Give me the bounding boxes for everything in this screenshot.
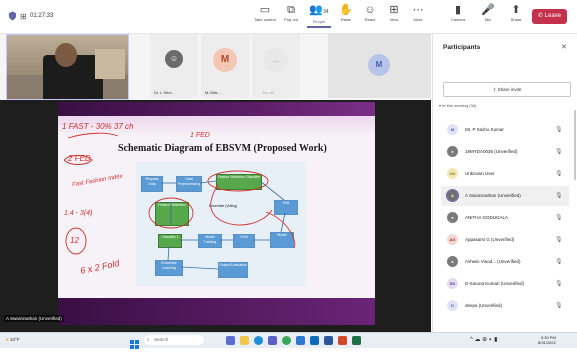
camera-icon: ▮ <box>454 4 462 16</box>
participant-tile-1[interactable]: ☺ Dr. L Srini... <box>150 34 198 98</box>
windows-start-icon[interactable] <box>130 336 139 349</box>
participant-row[interactable]: DK D Karuna Kumari (Unverified) 🎙 <box>441 274 569 294</box>
participant-row[interactable]: A A Swaminathan (Unverified) 🎙 <box>441 186 569 206</box>
take-control-button[interactable]: ▭ Take control <box>253 4 277 23</box>
mic-icon: 🎤 <box>481 4 495 16</box>
clock[interactable]: 3:30 PM 8/31/2022 <box>538 335 556 345</box>
mic-muted-icon: 🎙 <box>555 281 563 287</box>
participant-row[interactable]: ● ANITHA GODUGALA 🎙 <box>441 208 569 228</box>
pop-out-button[interactable]: ⧉ Pop out <box>279 4 303 23</box>
avatar: ● <box>447 146 458 157</box>
participant-tile-4[interactable]: M <box>328 34 431 98</box>
participant-tile-2[interactable]: M M.Gitik... <box>201 34 249 98</box>
wall-detail <box>95 49 125 79</box>
people-icon: 👥34 <box>309 4 329 16</box>
presenter-name-tag: A Swaminathan (Unverified) <box>4 315 64 322</box>
presenter-video[interactable] <box>6 34 129 100</box>
taskbar-search[interactable]: ⌕ Search <box>144 335 204 345</box>
participant-row[interactable]: D deepa (Unverified) 🎙 <box>441 296 569 316</box>
excel-icon[interactable] <box>352 336 361 345</box>
people-count: 34 <box>323 9 329 15</box>
raise-hand-button[interactable]: ✋ Raise <box>334 4 358 23</box>
widgets-icon[interactable] <box>226 336 235 345</box>
participant-row[interactable]: UU Unknown User 🎙 <box>441 164 569 184</box>
handwritten-note: 2 FED <box>68 154 91 163</box>
camera-button[interactable]: ▮ Camera <box>446 4 470 23</box>
share-icon: ⬆ <box>511 4 521 16</box>
avatar: M <box>213 48 237 72</box>
mic-muted-icon: 🎙 <box>555 215 563 221</box>
handwritten-note: 1 FED <box>190 132 210 139</box>
grid-icon[interactable]: ⊞ <box>20 12 27 21</box>
avatar: A <box>446 189 459 202</box>
presentation-slide: Schematic Diagram of EBSVM (Proposed Wor… <box>58 102 375 325</box>
hand-icon: ✋ <box>339 4 353 16</box>
participant-row[interactable]: ● 19MYDA0036 (Unverified) 🎙 <box>441 142 569 162</box>
avatar: UU <box>447 168 458 179</box>
word-icon[interactable] <box>324 336 333 345</box>
avatar: ● <box>447 256 458 267</box>
in-meeting-group-header[interactable]: ▾ In this meeting (34) <box>439 103 476 108</box>
mic-muted-icon: 🎙 <box>555 303 563 309</box>
participant-tile-3[interactable]: ... You all <box>252 34 300 98</box>
person-icon: ☺ <box>165 50 183 68</box>
smiley-icon: ☺ <box>364 4 376 16</box>
mic-active-icon: 🎙 <box>555 193 563 199</box>
close-icon[interactable]: ✕ <box>561 43 567 51</box>
avatar: M <box>447 124 458 135</box>
powerpoint-icon[interactable] <box>338 336 347 345</box>
edge-icon[interactable] <box>254 336 263 345</box>
call-timer: 01:27:33 <box>30 13 54 19</box>
handwritten-note: 12 <box>70 236 79 245</box>
shield-icon <box>8 11 17 21</box>
file-explorer-icon[interactable] <box>240 336 249 345</box>
slide-footer-band <box>58 298 375 325</box>
diagram-connectors <box>63 132 296 270</box>
handwritten-note: 1.4 - 3(4) <box>64 210 93 217</box>
mic-muted-icon: 🎙 <box>555 127 563 133</box>
avatar: DK <box>447 278 458 289</box>
handwritten-note: 1 FAST - 30% 37 ch <box>62 122 134 131</box>
pop-out-icon: ⧉ <box>287 4 295 16</box>
take-control-icon: ▭ <box>259 4 271 16</box>
more-icon: ⋯ <box>412 4 424 16</box>
panel-title: Participants <box>443 44 481 51</box>
participants-panel: Participants ✕ ⇪ Share invite ▾ In this … <box>432 34 577 332</box>
avatar: AG <box>447 234 458 245</box>
teams-icon[interactable] <box>268 336 277 345</box>
person-head <box>55 43 77 67</box>
search-icon: ⌕ <box>147 337 150 342</box>
avatar: ● <box>447 212 458 223</box>
people-button[interactable]: 👥34 People <box>307 4 331 28</box>
store-icon[interactable] <box>296 336 305 345</box>
weather-icon: ● <box>6 337 9 342</box>
panel-scrollbar[interactable] <box>574 110 576 180</box>
view-grid-icon: ⊞ <box>389 4 399 16</box>
mic-muted-icon: 🎙 <box>555 149 563 155</box>
mic-button[interactable]: 🎤 Mic <box>476 4 500 23</box>
avatar: M <box>368 54 390 76</box>
participant-row[interactable]: AG Appasami G (Unverified) 🎙 <box>441 230 569 250</box>
leave-button[interactable]: ✆ Leave <box>532 9 567 24</box>
share-invite-button[interactable]: ⇪ Share invite <box>443 82 571 97</box>
system-tray[interactable]: ^ ☁ ⊕ ◐ ▮ <box>470 336 497 343</box>
mail-icon[interactable] <box>310 336 319 345</box>
windows-taskbar: ● 33°F ⌕ Search ^ ☁ ⊕ ◐ ▮ 3:30 PM 8/31/202… <box>0 332 577 349</box>
avatar: D <box>447 300 458 311</box>
meeting-toolbar: ⊞ 01:27:33 ▭ Take control ⧉ Pop out 👥34 Peo… <box>0 0 577 34</box>
weather-widget[interactable]: ● 33°F <box>6 337 20 342</box>
chrome-icon[interactable] <box>282 336 291 345</box>
mic-muted-icon: 🎙 <box>555 237 563 243</box>
react-button[interactable]: ☺ React <box>358 4 382 23</box>
more-button[interactable]: ⋯ More <box>406 4 430 23</box>
view-button[interactable]: ⊞ View <box>382 4 406 23</box>
participant-row[interactable]: M Mr. P Sasho Kumar 🎙 <box>441 120 569 140</box>
participant-row[interactable]: ● Ashwin Vinod... (Unverified) 🎙 <box>441 252 569 272</box>
avatar: ... <box>264 48 288 72</box>
share-button[interactable]: ⬆ Share <box>504 4 528 23</box>
mic-muted-icon: 🎙 <box>555 171 563 177</box>
mic-muted-icon: 🎙 <box>555 259 563 265</box>
video-tiles: ☺ Dr. L Srini... M M.Gitik... ... You al… <box>0 34 431 100</box>
phone-icon: ✆ <box>537 13 545 19</box>
